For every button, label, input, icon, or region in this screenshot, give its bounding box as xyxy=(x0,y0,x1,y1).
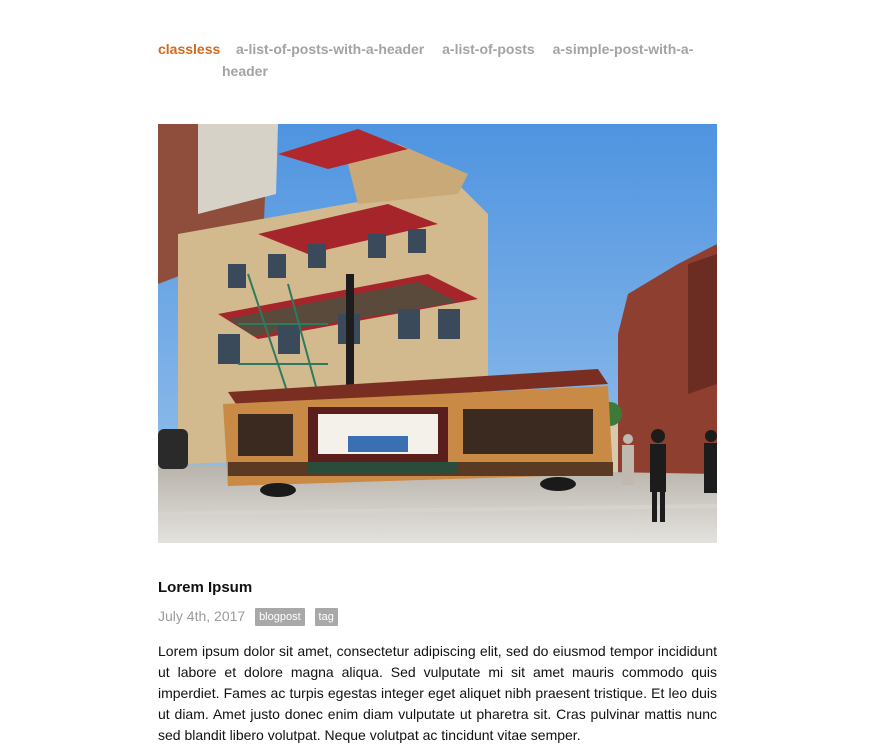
post-meta: July 4th, 2017 blogpost tag xyxy=(158,606,338,626)
nav-item: a-list-of-posts-with-a-header xyxy=(236,41,424,57)
post-title[interactable]: Lorem Ipsum xyxy=(158,578,252,598)
hero-image xyxy=(158,124,717,543)
brand-link[interactable]: classless xyxy=(158,38,220,60)
nav-link-list-of-posts-with-header[interactable]: a-list-of-posts-with-a-header xyxy=(236,41,424,57)
top-nav: classless a-list-of-posts-with-a-header … xyxy=(158,38,717,82)
tag-badge-blogpost[interactable]: blogpost xyxy=(255,608,305,626)
post-date: July 4th, 2017 xyxy=(158,608,246,624)
cable-car-photo xyxy=(158,124,717,543)
nav-item: a-list-of-posts xyxy=(442,41,535,57)
nav-link-list-of-posts[interactable]: a-list-of-posts xyxy=(442,41,535,57)
tag-badge-tag[interactable]: tag xyxy=(314,608,338,626)
post-excerpt: Lorem ipsum dolor sit amet, consectetur … xyxy=(158,643,717,743)
nav-links: a-list-of-posts-with-a-header a-list-of-… xyxy=(158,38,717,82)
